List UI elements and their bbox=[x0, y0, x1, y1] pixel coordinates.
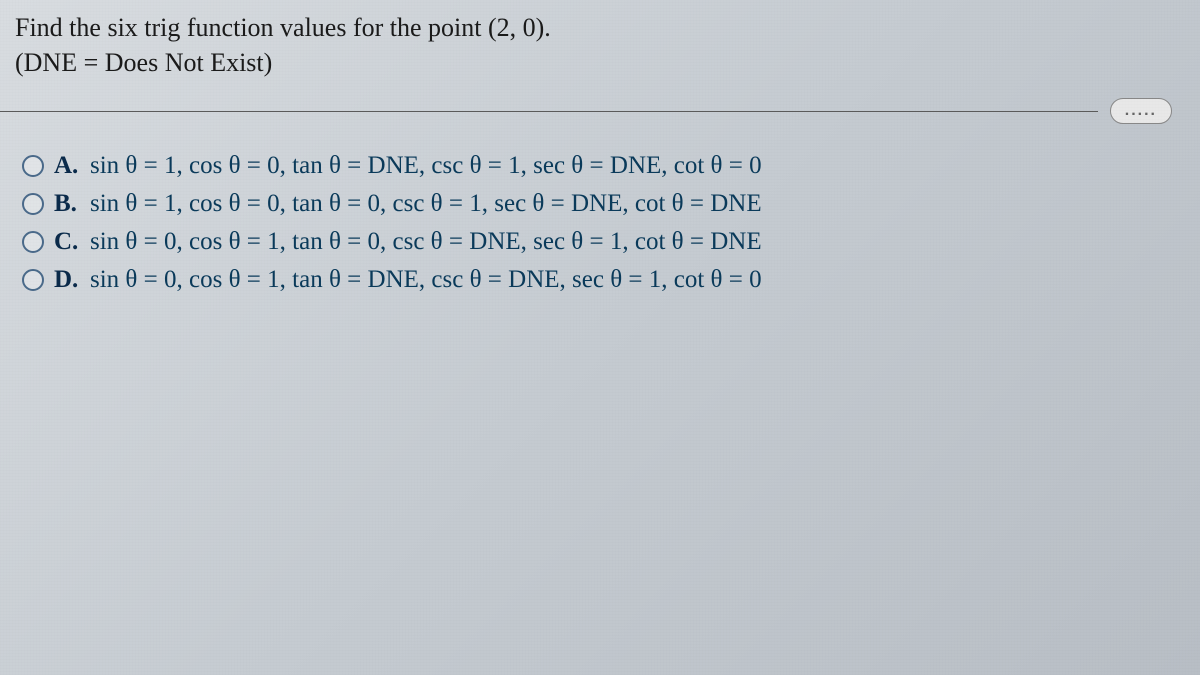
option-text-b: sin θ = 1, cos θ = 0, tan θ = 0, csc θ =… bbox=[90, 190, 762, 218]
option-text-d: sin θ = 0, cos θ = 1, tan θ = DNE, csc θ… bbox=[90, 266, 762, 294]
option-c[interactable]: C. sin θ = 0, cos θ = 1, tan θ = 0, csc … bbox=[22, 228, 1178, 256]
radio-b[interactable] bbox=[22, 193, 44, 215]
more-button[interactable]: ..... bbox=[1110, 98, 1172, 124]
option-b[interactable]: B. sin θ = 1, cos θ = 0, tan θ = 0, csc … bbox=[22, 190, 1178, 218]
options-container: A. sin θ = 1, cos θ = 0, tan θ = DNE, cs… bbox=[0, 152, 1200, 294]
option-letter-a: A. bbox=[54, 152, 82, 180]
option-text-a: sin θ = 1, cos θ = 0, tan θ = DNE, csc θ… bbox=[90, 152, 762, 180]
question-prompt: Find the six trig function values for th… bbox=[0, 0, 1200, 98]
option-letter-d: D. bbox=[54, 266, 82, 294]
option-letter-b: B. bbox=[54, 190, 82, 218]
radio-a[interactable] bbox=[22, 155, 44, 177]
option-letter-c: C. bbox=[54, 228, 82, 256]
option-a[interactable]: A. sin θ = 1, cos θ = 0, tan θ = DNE, cs… bbox=[22, 152, 1178, 180]
radio-d[interactable] bbox=[22, 269, 44, 291]
question-line-1: Find the six trig function values for th… bbox=[15, 10, 1180, 45]
option-d[interactable]: D. sin θ = 0, cos θ = 1, tan θ = DNE, cs… bbox=[22, 266, 1178, 294]
divider-row: ..... bbox=[0, 98, 1200, 124]
option-text-c: sin θ = 0, cos θ = 1, tan θ = 0, csc θ =… bbox=[90, 228, 762, 256]
divider-line bbox=[0, 111, 1098, 112]
question-line-2: (DNE = Does Not Exist) bbox=[15, 45, 1180, 80]
radio-c[interactable] bbox=[22, 231, 44, 253]
